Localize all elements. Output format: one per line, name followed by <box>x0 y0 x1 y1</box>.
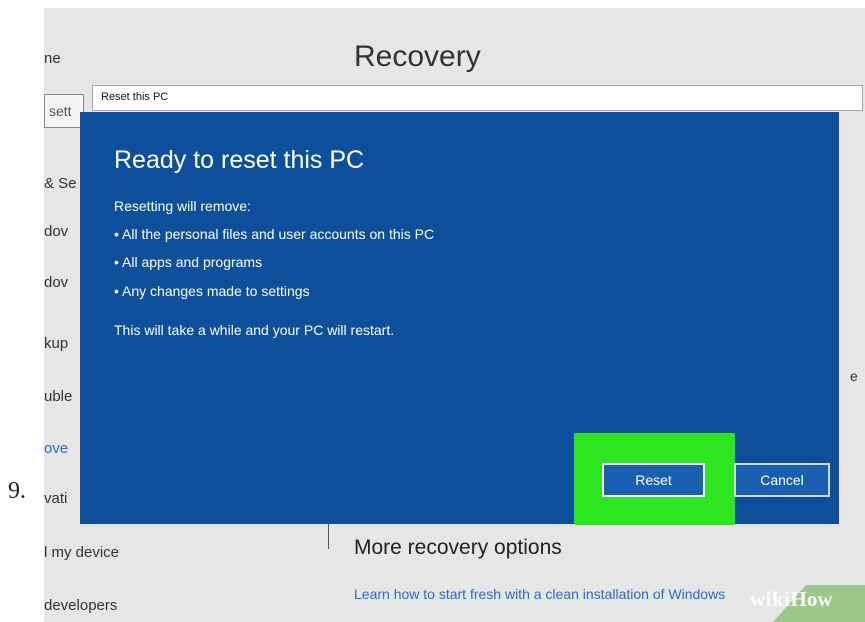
step-number: 9. <box>8 478 26 504</box>
sidebar-item-recovery[interactable]: ove <box>44 440 68 457</box>
bullet-item: • All the personal files and user accoun… <box>114 226 435 242</box>
reset-button[interactable]: Reset <box>602 463 705 497</box>
clipped-text: e <box>850 368 858 384</box>
reset-dialog: Ready to reset this PC Resetting will re… <box>80 112 839 525</box>
watermark-part2: How <box>790 587 833 611</box>
divider <box>328 523 329 549</box>
dialog-title: Reset this PC <box>101 91 169 103</box>
sidebar-item-update-security[interactable]: & Se <box>44 175 77 192</box>
sidebar-item-home[interactable]: ne <box>44 50 61 67</box>
clean-install-link[interactable]: Learn how to start fresh with a clean in… <box>354 586 725 602</box>
sidebar-search-input[interactable]: sett <box>44 94 84 128</box>
page-title: Recovery <box>354 40 481 73</box>
cancel-button[interactable]: Cancel <box>734 463 830 497</box>
wikihow-watermark: wikiHow <box>750 587 833 612</box>
sidebar-search-text: sett <box>49 103 72 119</box>
dialog-title-bar: Reset this PC <box>92 85 863 111</box>
dialog-note: This will take a while and your PC will … <box>114 322 395 338</box>
sidebar-item-find-my-device[interactable]: l my device <box>44 544 119 561</box>
dialog-heading: Ready to reset this PC <box>114 146 365 174</box>
settings-window: ne sett & Se dov dov kup uble ove vati l… <box>44 8 865 622</box>
sidebar-item-windows-defender[interactable]: dov <box>44 274 68 291</box>
dialog-intro: Resetting will remove: <box>114 198 251 214</box>
sidebar-item-windows-update[interactable]: dov <box>44 223 68 240</box>
sidebar-item-troubleshoot[interactable]: uble <box>44 388 72 405</box>
sidebar-item-backup[interactable]: kup <box>44 335 68 352</box>
bullet-item: • All apps and programs <box>114 254 263 270</box>
sidebar-item-activation[interactable]: vati <box>44 490 67 507</box>
bullet-item: • Any changes made to settings <box>114 283 310 299</box>
sidebar-item-for-developers[interactable]: developers <box>44 597 117 614</box>
more-recovery-title: More recovery options <box>354 536 562 559</box>
watermark-part1: wiki <box>750 587 791 611</box>
